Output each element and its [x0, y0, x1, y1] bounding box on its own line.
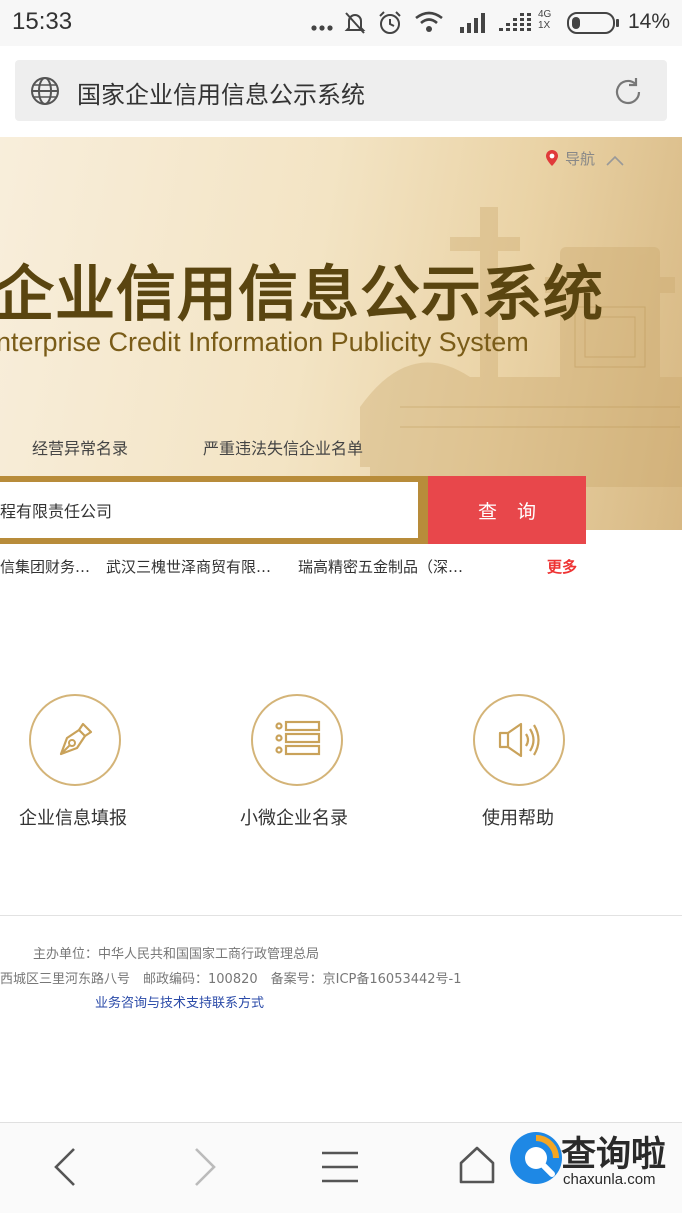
- footer-contact-link[interactable]: 业务咨询与技术支持联系方式: [95, 992, 264, 1011]
- more-dots-icon: [310, 14, 334, 38]
- status-bar: 15:33 4G 1X 14%: [0, 0, 682, 46]
- chevron-up-icon[interactable]: [606, 151, 624, 170]
- footer-sponsor: 主办单位：中华人民共和国国家工商行政管理总局: [33, 947, 320, 962]
- status-time: 15:33: [12, 8, 73, 35]
- link-serious-violation-list[interactable]: 严重违法失信企业名单: [203, 435, 363, 459]
- footer-address: 西城区三里河东路八号 邮政编码：100820 备案号：京ICP备16053442…: [0, 972, 462, 987]
- hot-company-link[interactable]: 信集团财务…: [0, 556, 90, 577]
- refresh-icon[interactable]: [611, 75, 645, 113]
- location-pin-icon: [545, 149, 559, 171]
- hero-banner: 导航 企业信用信息公示系统 nterprise Credit Informati…: [0, 137, 682, 530]
- banner-subtitle: nterprise Credit Information Publicity S…: [0, 327, 529, 357]
- hot-company-link[interactable]: 瑞高精密五金制品（深…: [298, 556, 463, 577]
- footer-divider: [0, 915, 682, 916]
- watermark-brand: 查询啦: [561, 1135, 667, 1175]
- search-button[interactable]: 查询: [428, 476, 586, 544]
- network-type-label: 4G 1X: [538, 9, 552, 31]
- home-icon[interactable]: [458, 1145, 496, 1189]
- address-bar[interactable]: 国家企业信用信息公示系统: [15, 60, 667, 121]
- menu-icon[interactable]: [320, 1149, 360, 1189]
- menu-label[interactable]: 小微企业名录: [240, 804, 348, 830]
- hot-company-link[interactable]: 武汉三槐世泽商贸有限…: [106, 556, 271, 577]
- menu-small-enterprise-button[interactable]: [251, 694, 343, 786]
- watermark-url: chaxunla.com: [563, 1171, 656, 1188]
- menu-help-button[interactable]: [473, 694, 565, 786]
- signal-secondary-icon: [498, 12, 534, 38]
- globe-icon: [30, 76, 60, 110]
- battery-percentage: 14%: [627, 10, 670, 33]
- menu-label[interactable]: 使用帮助: [482, 804, 554, 830]
- back-icon[interactable]: [52, 1147, 80, 1191]
- alarm-clock-icon: [377, 10, 403, 40]
- speaker-icon: [497, 720, 543, 764]
- banner-title: 企业信用信息公示系统: [0, 260, 604, 330]
- wifi-icon: [414, 10, 444, 38]
- menu-label[interactable]: 企业信息填报: [19, 804, 127, 830]
- forward-icon[interactable]: [190, 1147, 218, 1191]
- battery-icon: [567, 11, 621, 39]
- nav-link[interactable]: 导航: [565, 148, 595, 169]
- signal-icon: [458, 12, 488, 38]
- chaxunla-logo-icon: [508, 1130, 564, 1190]
- page-title-url[interactable]: 国家企业信用信息公示系统: [77, 75, 365, 110]
- list-icon: [275, 720, 321, 764]
- search-input[interactable]: [0, 482, 418, 538]
- more-link[interactable]: 更多: [547, 556, 577, 577]
- link-abnormal-operation-list[interactable]: 经营异常名录: [32, 435, 128, 459]
- bell-muted-icon: [343, 10, 367, 40]
- pen-nib-icon: [53, 718, 97, 766]
- menu-enterprise-info-button[interactable]: [29, 694, 121, 786]
